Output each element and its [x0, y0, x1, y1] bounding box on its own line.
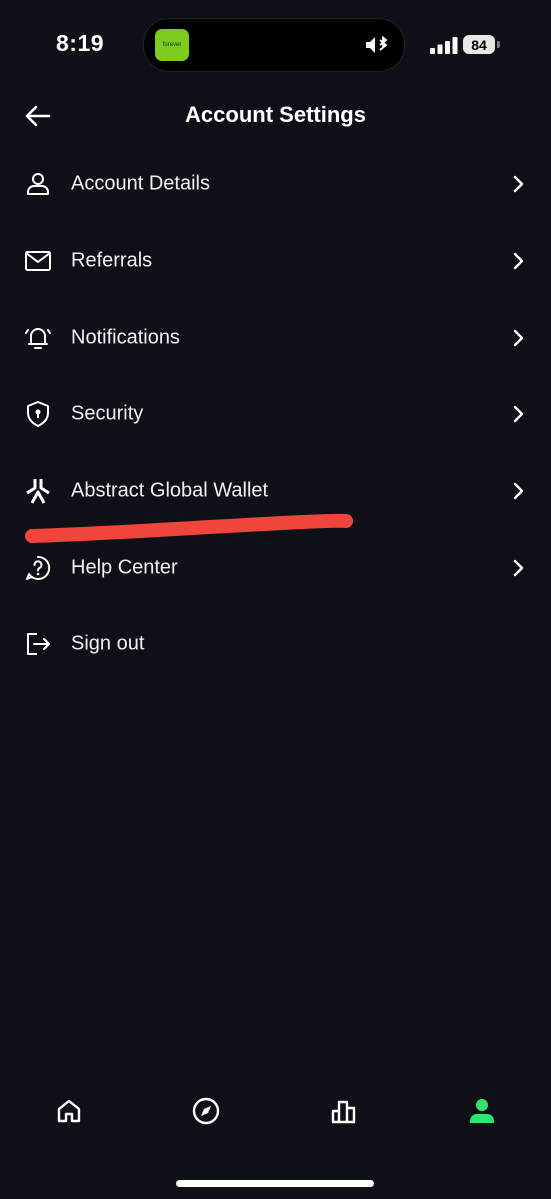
tab-profile[interactable]	[465, 1094, 499, 1128]
help-icon	[24, 554, 52, 582]
tab-home[interactable]	[52, 1094, 86, 1128]
menu-item-help-center[interactable]: Help Center	[0, 529, 551, 606]
island-app-icon[interactable]: forever	[155, 29, 189, 61]
menu-item-label: Notifications	[71, 326, 180, 349]
menu-item-abstract-global-wallet[interactable]: Abstract Global Wallet	[0, 453, 551, 530]
tab-bar	[0, 1080, 551, 1144]
compass-icon	[192, 1097, 220, 1125]
mute-bluetooth-icon	[364, 33, 390, 57]
person-icon	[24, 170, 52, 198]
status-bar: 8:19 forever 84	[0, 0, 551, 90]
tab-explore[interactable]	[189, 1094, 223, 1128]
profile-icon	[470, 1099, 494, 1123]
battery-cap	[497, 41, 500, 48]
menu-item-label: Account Details	[71, 172, 210, 195]
battery-icon: 84	[463, 35, 495, 54]
home-indicator	[176, 1180, 374, 1187]
menu-item-label: Referrals	[71, 249, 153, 272]
header: Account Settings	[0, 92, 551, 140]
chevron-right-icon	[513, 329, 524, 346]
menu-item-label: Sign out	[71, 632, 145, 655]
menu-item-account-details[interactable]: Account Details	[0, 146, 551, 223]
mail-icon	[24, 247, 52, 275]
abstract-logo-icon	[24, 477, 52, 505]
home-icon	[57, 1099, 81, 1123]
menu-item-label: Security	[71, 402, 144, 425]
settings-menu: Account Details Referrals Notifications	[0, 146, 551, 683]
page-title: Account Settings	[185, 102, 366, 127]
menu-item-notifications[interactable]: Notifications	[0, 299, 551, 376]
cellular-signal-icon	[430, 37, 458, 54]
menu-item-label: Abstract Global Wallet	[71, 479, 269, 502]
menu-item-sign-out[interactable]: Sign out	[0, 606, 551, 683]
tab-leaderboard[interactable]	[327, 1094, 361, 1128]
chevron-right-icon	[513, 252, 524, 270]
chevron-right-icon	[513, 559, 524, 576]
status-time: 8:19	[56, 30, 105, 56]
chevron-right-icon	[513, 176, 524, 193]
menu-item-referrals[interactable]: Referrals	[0, 223, 551, 300]
battery-level: 84	[471, 36, 487, 53]
island-app-label: forever	[162, 42, 182, 48]
shield-icon	[24, 400, 52, 428]
sign-out-icon	[24, 630, 52, 658]
menu-item-security[interactable]: Security	[0, 376, 551, 453]
chevron-right-icon	[513, 482, 524, 500]
chevron-right-icon	[513, 406, 524, 423]
leaderboard-icon	[331, 1100, 356, 1124]
menu-item-label: Help Center	[71, 556, 178, 579]
bell-icon	[24, 324, 52, 352]
dynamic-island[interactable]: forever	[143, 18, 405, 72]
